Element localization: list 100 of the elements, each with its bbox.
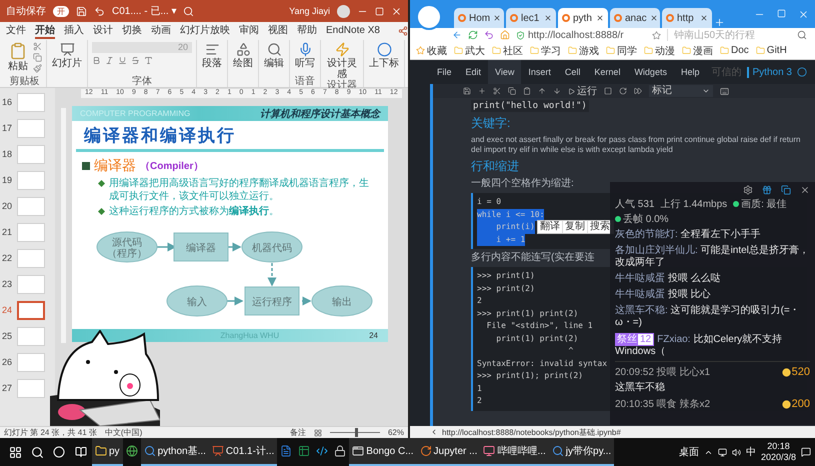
browser-tab[interactable]: http (662, 8, 712, 28)
menu-item[interactable]: Edit (458, 60, 488, 84)
cell-type-select[interactable]: 标记 (649, 85, 713, 97)
close-icon[interactable] (493, 14, 502, 22)
taskbar-app[interactable]: py (92, 438, 123, 466)
ribbon-button[interactable]: 上下标 (368, 42, 400, 69)
bookmark-item[interactable]: 漫画 (682, 44, 713, 58)
maximize-icon[interactable] (777, 8, 786, 18)
autosave-toggle[interactable]: 开 (53, 6, 69, 16)
menu-item[interactable]: Widgets (627, 60, 674, 84)
ribbon-button[interactable]: 编辑 (263, 42, 285, 69)
paste-button[interactable]: 粘贴 (7, 42, 29, 73)
sidebar-toggle-icon[interactable] (430, 428, 438, 436)
save-icon[interactable] (463, 87, 471, 95)
ribbon-tab[interactable]: 审阅 (239, 24, 259, 38)
undo-icon[interactable] (484, 30, 494, 40)
bookmark-item[interactable]: GitH (756, 45, 787, 56)
italic-icon[interactable] (105, 56, 114, 65)
move-up-icon[interactable] (538, 87, 546, 95)
taskbar-app[interactable]: python基... (140, 438, 209, 466)
taskbar-app[interactable]: Jupyter ... (416, 438, 480, 466)
slide-sorter-icon[interactable] (314, 428, 322, 436)
menu-item[interactable]: Insert (521, 60, 558, 84)
ribbon-icon[interactable] (204, 42, 220, 57)
ribbon-tab[interactable]: 文件 (6, 24, 26, 38)
ribbon-button[interactable]: 绘图 (232, 42, 254, 69)
underline-icon[interactable] (118, 56, 127, 65)
cut-icon[interactable] (493, 87, 501, 95)
close-icon[interactable] (700, 14, 708, 22)
stop-icon[interactable] (604, 87, 612, 95)
bookmark-item[interactable]: 武大 (454, 44, 485, 58)
browser-tab[interactable]: lec1 (506, 8, 556, 28)
ribbon-tab[interactable]: 幻灯片放映 (180, 24, 230, 38)
taskbar-app[interactable]: 哔哩哔哩... (480, 438, 549, 466)
bookmark-item[interactable]: 学习 (530, 44, 561, 58)
format-painter-icon[interactable] (33, 64, 42, 73)
bookmark-item[interactable]: 游戏 (568, 44, 599, 58)
ribbon-icon[interactable] (298, 42, 312, 57)
network-icon[interactable] (718, 448, 727, 456)
taskbar-app[interactable]: C01.1-计... (208, 438, 278, 466)
ribbon-button[interactable]: 段落 (201, 42, 223, 69)
zoom-thumb[interactable] (354, 428, 358, 437)
window-icon[interactable] (781, 185, 791, 195)
taskbar-app[interactable]: jy带你py... (548, 438, 614, 466)
taskbar-app[interactable]: Bongo C... (349, 438, 417, 466)
strikethrough-icon[interactable] (131, 56, 140, 65)
new-tab-icon[interactable] (714, 17, 725, 28)
menu-item[interactable]: View (488, 60, 522, 84)
ribbon-button[interactable]: 幻灯片 (51, 42, 83, 69)
ribbon-icon[interactable] (60, 42, 74, 57)
browser-tab[interactable]: Hom (454, 8, 504, 28)
notes-button[interactable]: 备注 (290, 427, 306, 438)
ribbon-tab[interactable]: 切换 (122, 24, 142, 38)
address-field[interactable]: http://localhost:8888/r (516, 30, 646, 40)
back-icon[interactable] (452, 30, 462, 40)
close-icon[interactable] (650, 14, 658, 22)
ribbon-icon[interactable] (236, 42, 250, 57)
ribbon-button[interactable]: 设计灵感 (325, 42, 359, 80)
cut-icon[interactable] (33, 42, 42, 51)
browser-tab[interactable]: pyth (558, 8, 608, 28)
menu-item[interactable]: Kernel (587, 60, 628, 84)
bookmark-item[interactable]: 收藏 (416, 44, 447, 58)
browser-tab[interactable]: anac (610, 8, 660, 28)
close-icon[interactable] (391, 6, 402, 16)
bold-icon[interactable] (92, 56, 101, 65)
context-menu-item[interactable]: 翻译 (538, 221, 563, 233)
paste-icon[interactable] (523, 87, 531, 95)
add-cell-icon[interactable] (478, 87, 486, 95)
bookmark-icon[interactable] (652, 30, 661, 40)
ribbon-icon[interactable] (376, 42, 392, 57)
move-down-icon[interactable] (553, 87, 561, 95)
ribbon-tab[interactable]: 帮助 (297, 24, 317, 38)
menu-item[interactable]: File (430, 60, 459, 84)
fast-forward-icon[interactable] (634, 87, 642, 95)
ribbon-tab[interactable]: 动画 (151, 24, 171, 38)
input-method[interactable]: 中 (746, 445, 756, 459)
ribbon-tab[interactable]: 视图 (268, 24, 288, 38)
ribbon-tab[interactable]: 设计 (93, 24, 113, 38)
ribbon-button[interactable]: 听写 (294, 42, 316, 69)
bookmark-item[interactable]: 社区 (492, 44, 523, 58)
close-icon[interactable] (596, 14, 604, 22)
bookmark-item[interactable]: 动漫 (644, 44, 675, 58)
font-color-icon[interactable] (144, 56, 153, 65)
bookmark-item[interactable]: 同学 (606, 44, 637, 58)
copy-icon[interactable] (508, 87, 516, 95)
ribbon-icon[interactable] (266, 42, 282, 57)
clipboard-icon[interactable] (9, 42, 27, 60)
slide-thumbnail[interactable] (17, 300, 46, 320)
keyboard-icon[interactable] (720, 86, 729, 96)
refresh-icon[interactable] (468, 30, 478, 40)
run-button[interactable]: 运行 (568, 84, 597, 98)
gift-icon[interactable] (762, 185, 772, 195)
context-menu-item[interactable]: 复制 (563, 221, 588, 233)
settings-icon[interactable] (743, 185, 753, 195)
undo-icon[interactable] (94, 6, 105, 16)
menu-item[interactable]: Help (674, 60, 706, 84)
close-icon[interactable] (544, 14, 552, 22)
ribbon-tab[interactable]: 插入 (64, 24, 84, 38)
clock[interactable]: 20:18 2020/3/8 (760, 441, 796, 463)
desktop-label[interactable]: 桌面 (678, 445, 699, 459)
